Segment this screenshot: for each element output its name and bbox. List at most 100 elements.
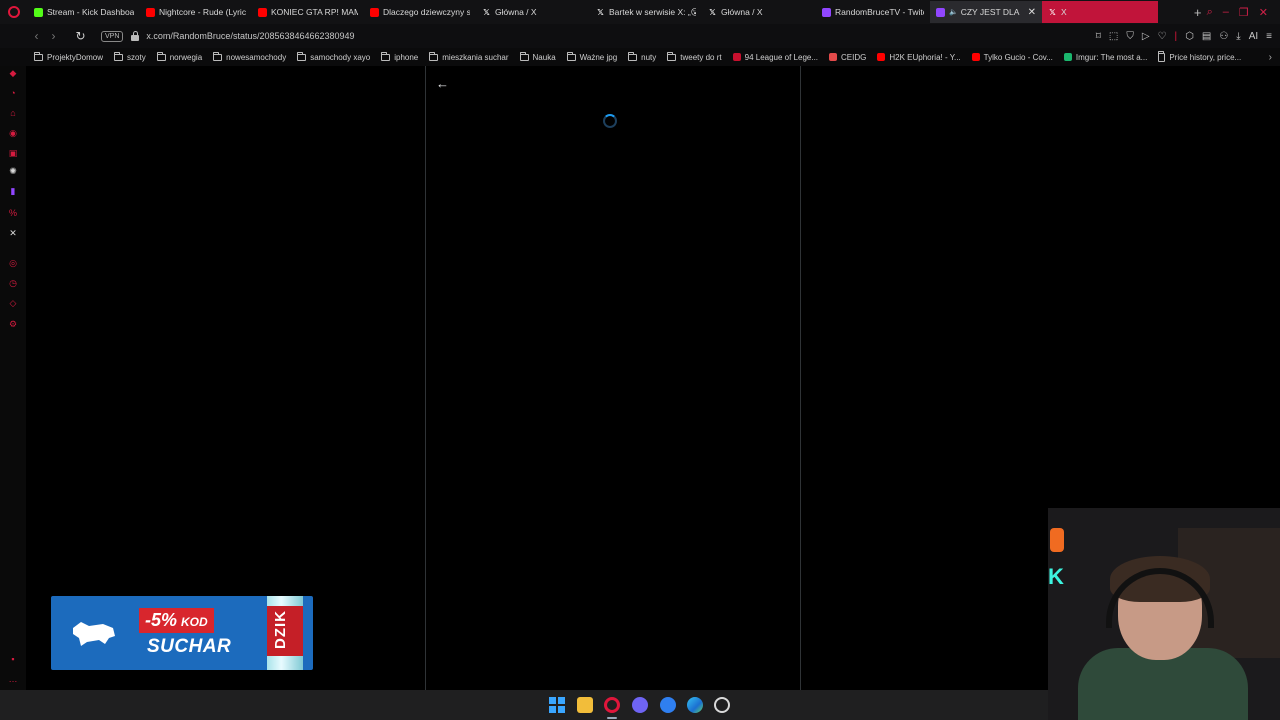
ai-button[interactable]: AI: [1249, 31, 1258, 42]
new-tab-button[interactable]: +: [1189, 5, 1207, 20]
tab[interactable]: Stream - Kick Dashboard: [28, 1, 140, 23]
bookmark-item[interactable]: mieszkania suchar: [429, 51, 509, 62]
messenger-icon[interactable]: ◉: [8, 128, 18, 138]
back-icon[interactable]: ‹: [28, 29, 45, 43]
discord-icon[interactable]: [632, 697, 648, 713]
history-icon[interactable]: ◔: [8, 88, 18, 98]
aria-icon[interactable]: ◆: [8, 68, 18, 78]
extensions-icon[interactable]: ⬡: [1185, 31, 1194, 42]
snapshot-icon[interactable]: ⬚: [1109, 31, 1118, 42]
back-arrow-icon[interactable]: ←: [436, 76, 449, 91]
bookmark-item[interactable]: iphone: [381, 51, 418, 62]
bookmark-item[interactable]: ProjektyDomow: [34, 51, 103, 62]
promo-code: SUCHAR: [147, 636, 232, 657]
folder-icon: [628, 51, 638, 61]
maximize-icon[interactable]: ❐: [1239, 6, 1249, 19]
file-explorer-icon[interactable]: [577, 697, 593, 713]
app-icon[interactable]: [714, 697, 730, 713]
profile-icon[interactable]: ⚇: [1219, 31, 1228, 42]
tab-title: KONIEC GTA RP! MAMM: [271, 7, 358, 17]
folder-icon: [156, 51, 166, 61]
bookmark-label: nowesamochody: [226, 52, 287, 62]
tab-title: Główna / X: [495, 7, 537, 17]
folder-icon: [519, 51, 529, 61]
tab[interactable]: 𝕏 Bartek w serwisie X: „😮: [590, 1, 702, 23]
tab[interactable]: 🔈CZY JEST DLA M ✕: [930, 1, 1042, 23]
tab[interactable]: KONIEC GTA RP! MAMM: [252, 1, 364, 23]
pinboard-icon[interactable]: ◇: [8, 298, 18, 308]
menu-icon[interactable]: ≡: [1266, 31, 1272, 42]
bull-icon: [73, 622, 115, 646]
x-icon: 𝕏: [1049, 7, 1056, 17]
twitch-icon[interactable]: ▮: [8, 186, 18, 196]
bookmarks-bar: ProjektyDomow szoty norwegia nowesamochody s…: [0, 48, 1280, 66]
clock-icon[interactable]: ◷: [8, 278, 18, 288]
bookmark-item[interactable]: CEIDG: [829, 53, 866, 62]
bookmark-label: Price history, price...: [1169, 52, 1242, 62]
address-bar: ‹ › ↻ VPN x.com/RandomBruce/status/20856…: [0, 24, 1280, 48]
bookmark-label: norwegia: [169, 52, 203, 62]
shield-icon[interactable]: ⛉: [1126, 31, 1134, 42]
bookmarks-more-icon[interactable]: ›: [1269, 52, 1280, 63]
tab-title: Nightcore - Rude (Lyrics): [159, 7, 246, 17]
url-field[interactable]: x.com/RandomBruce/status/208563846466238…: [146, 31, 354, 41]
tab-title: RandomBruceTV - Twitch: [835, 7, 924, 17]
code-prefix: KOD: [181, 615, 208, 629]
folder-icon: [381, 51, 391, 61]
bookmark-item[interactable]: Nauka: [519, 51, 556, 62]
bookmark-item[interactable]: nowesamochody: [213, 51, 287, 62]
edge-icon[interactable]: [687, 697, 703, 713]
bookmark-item[interactable]: H2K EUphoria! - Y...: [877, 53, 961, 62]
close-tab-icon[interactable]: ✕: [1028, 7, 1036, 18]
more-icon[interactable]: …: [8, 674, 18, 684]
tab[interactable]: 𝕏 Główna / X: [476, 1, 590, 23]
bookmark-item[interactable]: tweety do rt: [667, 51, 722, 62]
instagram-icon[interactable]: ▣: [8, 148, 18, 158]
lock-icon[interactable]: [131, 31, 140, 41]
x-icon[interactable]: ✕: [8, 228, 18, 238]
bookmark-item[interactable]: nuty: [628, 51, 656, 62]
chatgpt-icon[interactable]: ✺: [8, 166, 18, 176]
play-icon[interactable]: ▷: [1142, 31, 1150, 42]
bookmark-item[interactable]: Tylko Gucio - Cov...: [971, 53, 1053, 62]
download-icon[interactable]: ⤓: [1236, 31, 1240, 42]
bookmark-item[interactable]: samochody xayo: [297, 51, 370, 62]
active-app-indicator: [607, 717, 617, 719]
x-icon: 𝕏: [709, 7, 716, 17]
bookmark-item[interactable]: Imgur: The most a...: [1063, 53, 1147, 62]
tab-title: CZY JEST DLA M: [960, 7, 1022, 17]
bookmark-item[interactable]: Ważne jpg: [566, 51, 618, 62]
extensions-icon[interactable]: ▪: [8, 654, 18, 664]
bookmark-item[interactable]: Price history, price...: [1158, 50, 1242, 62]
forward-icon[interactable]: ›: [45, 29, 62, 43]
tab[interactable]: Nightcore - Rude (Lyrics): [140, 1, 252, 23]
vpn-badge[interactable]: VPN: [101, 30, 124, 42]
workspace-icon[interactable]: ⌂: [8, 108, 18, 118]
opera-taskbar-icon[interactable]: [604, 697, 620, 713]
spotify-icon[interactable]: %: [8, 208, 18, 218]
bookmark-label: Ważne jpg: [579, 52, 618, 62]
tab[interactable]: Dlaczego dziewczyny sa: [364, 1, 476, 23]
settings-icon[interactable]: ⚙: [8, 319, 18, 329]
tab[interactable]: 𝕏 Główna / X: [702, 1, 816, 23]
tab[interactable]: RandomBruceTV - Twitch: [816, 1, 930, 23]
bookmark-label: 94 League of Lege...: [744, 52, 819, 62]
wallet-icon[interactable]: ▤: [1202, 31, 1211, 42]
bookmark-item[interactable]: 94 League of Lege...: [732, 52, 819, 62]
tab-title: X: [1061, 7, 1067, 17]
close-window-icon[interactable]: ✕: [1259, 6, 1268, 19]
windows-start-icon[interactable]: [549, 697, 565, 713]
tab[interactable]: 𝕏X: [1042, 1, 1158, 23]
search-tabs-icon[interactable]: ⌕: [1207, 6, 1213, 19]
heart-icon[interactable]: ♡: [1158, 31, 1167, 42]
bookmark-icon[interactable]: ⌑: [1096, 31, 1101, 42]
minimize-icon[interactable]: –: [1223, 6, 1229, 19]
messenger-taskbar-icon[interactable]: [660, 697, 676, 713]
tab-audio-icon[interactable]: 🔈: [949, 8, 958, 16]
reload-icon[interactable]: ↻: [72, 29, 89, 43]
player-icon[interactable]: ◎: [8, 258, 18, 268]
bookmark-item[interactable]: norwegia: [156, 51, 203, 62]
site-favicon-icon: [1063, 53, 1072, 61]
bookmark-item[interactable]: szoty: [114, 51, 146, 62]
opera-logo-icon[interactable]: [0, 0, 28, 24]
